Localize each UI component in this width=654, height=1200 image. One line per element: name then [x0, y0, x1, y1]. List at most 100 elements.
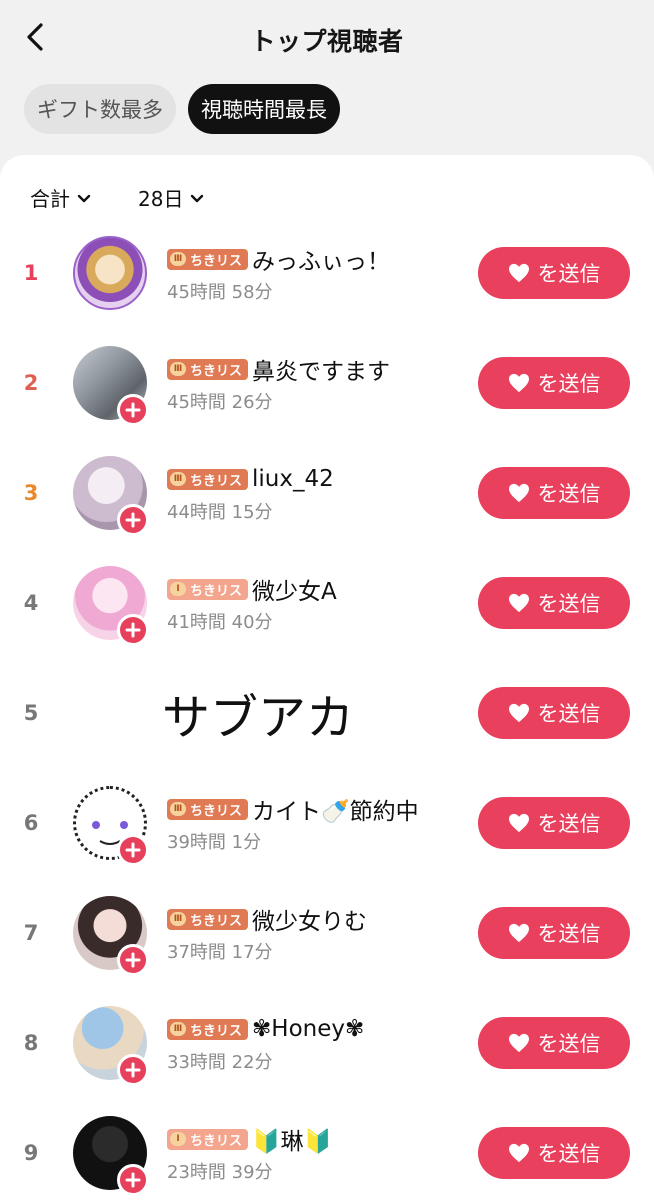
rank-number: 6: [23, 811, 39, 835]
username[interactable]: liux_42: [252, 466, 334, 492]
username[interactable]: サブアカ: [162, 678, 354, 748]
follow-plus-icon[interactable]: [117, 1054, 149, 1086]
avatar[interactable]: [73, 896, 149, 976]
heart-icon: [508, 263, 529, 283]
send-gift-button[interactable]: を送信: [478, 687, 630, 739]
fan-club-badge: Ⅲ ちきリス: [167, 468, 249, 490]
send-gift-button[interactable]: を送信: [478, 577, 630, 629]
send-gift-label: を送信: [537, 592, 601, 616]
username[interactable]: 🔰琳🔰: [252, 1122, 332, 1156]
watch-time: 41時間 40分: [167, 612, 273, 633]
avatar[interactable]: [73, 1006, 149, 1086]
avatar[interactable]: [73, 566, 149, 646]
send-gift-button[interactable]: を送信: [478, 467, 630, 519]
user-info: Ⅲ ちきリス ✾Honey✾ 33時間 22分: [167, 1012, 467, 1074]
tab-longest-watch-time[interactable]: 視聴時間最長: [188, 84, 340, 134]
follow-plus-icon[interactable]: [117, 504, 149, 536]
watch-time: 45時間 26分: [167, 392, 273, 413]
follow-plus-icon[interactable]: [117, 614, 149, 646]
follow-plus-icon[interactable]: [117, 1164, 149, 1196]
fan-club-badge: Ⅲ ちきリス: [167, 908, 249, 930]
list-item: 5 サブアカ を送信: [0, 672, 654, 782]
send-gift-button[interactable]: を送信: [478, 1127, 630, 1179]
watch-time: 23時間 39分: [167, 1162, 273, 1183]
send-gift-label: を送信: [537, 372, 601, 396]
fan-club-badge: Ⅲ ちきリス: [167, 248, 249, 270]
fan-club-badge: Ⅲ ちきリス: [167, 1018, 249, 1040]
send-gift-button[interactable]: を送信: [478, 247, 630, 299]
heart-icon: [508, 483, 529, 503]
send-gift-label: を送信: [537, 1142, 601, 1166]
fan-club-badge: Ⅲ ちきリス: [167, 798, 249, 820]
send-gift-label: を送信: [537, 702, 601, 726]
list-item: 8 Ⅲ ちきリス ✾Honey✾ 33時間 22分 を送信: [0, 1002, 654, 1112]
heart-icon: [508, 813, 529, 833]
watch-time: 39時間 1分: [167, 832, 262, 853]
header: トップ視聴者: [0, 0, 654, 78]
rank-number: 9: [23, 1141, 39, 1165]
heart-icon: [508, 373, 529, 393]
avatar[interactable]: [73, 786, 149, 866]
list-item: 4 Ⅰ ちきリス 微少女A 41時間 40分 を送信: [0, 562, 654, 672]
chevron-down-icon: [191, 194, 204, 202]
fan-club-badge: Ⅰ ちきリス: [167, 578, 249, 600]
user-info: Ⅲ ちきリス 鼻炎ですます 45時間 26分: [167, 352, 467, 414]
fan-club-badge: Ⅲ ちきリス: [167, 358, 249, 380]
user-info: Ⅲ ちきリス 微少女りむ 37時間 17分: [167, 902, 467, 964]
username[interactable]: 鼻炎ですます: [252, 352, 390, 386]
list-item: 3 Ⅲ ちきリス liux_42 44時間 15分 を送信: [0, 452, 654, 562]
heart-icon: [508, 923, 529, 943]
scope-filter[interactable]: 合計: [30, 183, 91, 212]
avatar[interactable]: [73, 346, 149, 426]
username[interactable]: みっふぃっ！: [252, 242, 390, 276]
user-info: Ⅲ ちきリス liux_42 44時間 15分: [167, 462, 467, 524]
level-icon: Ⅲ: [170, 362, 186, 376]
username[interactable]: ✾Honey✾: [252, 1016, 364, 1042]
avatar[interactable]: [73, 456, 149, 536]
send-gift-button[interactable]: を送信: [478, 357, 630, 409]
rank-number: 1: [23, 261, 39, 285]
list-item: 2 Ⅲ ちきリス 鼻炎ですます 45時間 26分 を送信: [0, 342, 654, 452]
follow-plus-icon[interactable]: [117, 834, 149, 866]
level-icon: Ⅲ: [170, 802, 186, 816]
rank-number: 4: [23, 591, 39, 615]
send-gift-label: を送信: [537, 922, 601, 946]
send-gift-button[interactable]: を送信: [478, 1017, 630, 1069]
level-icon: Ⅰ: [170, 582, 186, 596]
send-gift-label: を送信: [537, 812, 601, 836]
tab-most-gifts[interactable]: ギフト数最多: [24, 84, 176, 134]
rank-number: 7: [23, 921, 39, 945]
send-gift-button[interactable]: を送信: [478, 907, 630, 959]
username[interactable]: 微少女りむ: [252, 902, 367, 936]
level-icon: Ⅲ: [170, 912, 186, 926]
follow-plus-icon[interactable]: [117, 944, 149, 976]
username[interactable]: カイト🍼節約中: [252, 792, 419, 826]
rank-number: 3: [23, 481, 39, 505]
heart-icon: [508, 1143, 529, 1163]
watch-time: 45時間 58分: [167, 282, 273, 303]
user-info: Ⅰ ちきリス 🔰琳🔰 23時間 39分: [167, 1122, 467, 1184]
user-info: Ⅲ ちきリス カイト🍼節約中 39時間 1分: [167, 792, 467, 854]
rank-number: 5: [23, 701, 39, 725]
list-item: 6 Ⅲ ちきリス カイト🍼節約中 39時間 1分 を送信: [0, 782, 654, 892]
rank-number: 2: [23, 371, 39, 395]
watch-time: 44時間 15分: [167, 502, 273, 523]
rank-number: 8: [23, 1031, 39, 1055]
level-icon: Ⅰ: [170, 1132, 186, 1146]
username[interactable]: 微少女A: [252, 572, 337, 606]
avatar[interactable]: [73, 1116, 149, 1196]
avatar[interactable]: [73, 236, 147, 310]
page-title: トップ視聴者: [250, 27, 404, 56]
period-filter[interactable]: 28日: [138, 183, 204, 212]
watch-time: 33時間 22分: [167, 1052, 273, 1073]
send-gift-label: を送信: [537, 482, 601, 506]
list-item: 7 Ⅲ ちきリス 微少女りむ 37時間 17分 を送信: [0, 892, 654, 1002]
send-gift-button[interactable]: を送信: [478, 797, 630, 849]
send-gift-label: を送信: [537, 262, 601, 286]
follow-plus-icon[interactable]: [117, 394, 149, 426]
user-info: Ⅰ ちきリス 微少女A 41時間 40分: [167, 572, 467, 634]
list-item: 1 Ⅲ ちきリス みっふぃっ！ 45時間 58分 を送信: [0, 232, 654, 342]
user-info: Ⅲ ちきリス みっふぃっ！ 45時間 58分: [167, 242, 467, 304]
level-icon: Ⅲ: [170, 252, 186, 266]
chevron-down-icon: [77, 194, 91, 202]
